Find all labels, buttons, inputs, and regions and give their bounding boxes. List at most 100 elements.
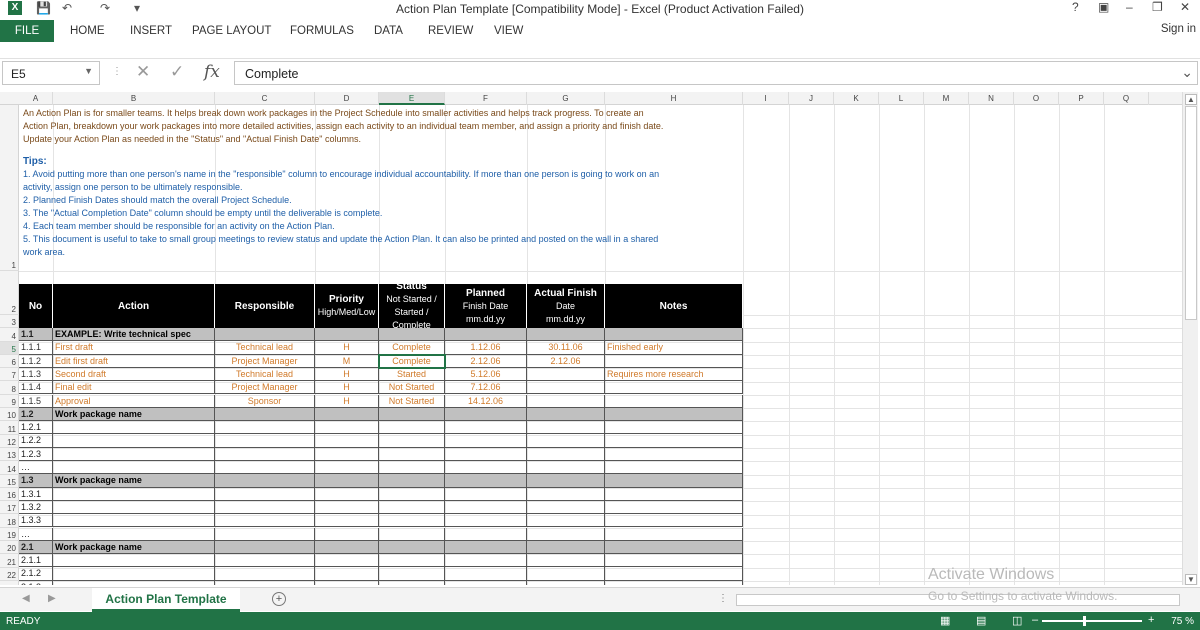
table-cell[interactable]	[379, 447, 445, 461]
table-cell[interactable]	[527, 421, 605, 435]
table-cell[interactable]	[379, 514, 445, 528]
sheet-tab-action-plan[interactable]: Action Plan Template	[92, 588, 240, 612]
table-cell[interactable]: Requires more research	[605, 367, 743, 382]
column-header-j[interactable]: J	[789, 92, 834, 105]
table-cell[interactable]	[379, 500, 445, 515]
table-cell[interactable]: 1.1.5	[19, 394, 53, 408]
table-cell[interactable]	[315, 421, 379, 435]
row-header-22[interactable]: 22	[0, 568, 19, 581]
table-cell[interactable]	[605, 421, 743, 435]
tab-view[interactable]: VIEW	[494, 25, 523, 37]
table-cell[interactable]	[527, 394, 605, 408]
enter-icon[interactable]: ✓	[170, 62, 184, 82]
table-cell[interactable]	[215, 567, 315, 581]
table-cell[interactable]	[379, 407, 445, 422]
table-cell[interactable]	[527, 447, 605, 461]
insert-function-icon[interactable]: fx	[204, 62, 220, 82]
table-cell[interactable]	[527, 580, 605, 585]
table-cell[interactable]	[379, 540, 445, 555]
table-cell[interactable]	[379, 434, 445, 448]
expand-formula-icon[interactable]: ⌄	[1181, 64, 1193, 81]
tab-formulas[interactable]: FORMULAS	[290, 25, 354, 37]
table-cell[interactable]	[215, 580, 315, 585]
table-cell[interactable]	[527, 514, 605, 528]
table-cell[interactable]: 2.1.3	[19, 580, 53, 585]
table-cell[interactable]: Edit first draft	[53, 354, 215, 368]
table-cell[interactable]	[379, 421, 445, 435]
table-cell[interactable]	[215, 328, 315, 342]
table-cell[interactable]: 1.1.4	[19, 381, 53, 395]
table-cell[interactable]	[445, 527, 527, 541]
table-cell[interactable]	[445, 407, 527, 422]
table-cell[interactable]	[605, 461, 743, 475]
table-cell[interactable]	[445, 434, 527, 448]
table-cell[interactable]	[215, 540, 315, 555]
table-cell[interactable]: Not Started	[379, 381, 445, 395]
row-header-20[interactable]: 20	[0, 541, 19, 555]
selected-cell-e5[interactable]	[378, 353, 446, 369]
table-cell[interactable]	[215, 461, 315, 475]
column-header-q[interactable]: Q	[1104, 92, 1149, 105]
table-cell[interactable]: Started	[379, 367, 445, 382]
row-header-1[interactable]: 1	[0, 105, 19, 271]
table-cell[interactable]	[445, 328, 527, 342]
table-cell[interactable]	[53, 554, 215, 568]
page-layout-view-icon[interactable]: ▤	[976, 614, 986, 627]
zoom-slider-knob[interactable]	[1083, 616, 1086, 626]
table-cell[interactable]	[445, 567, 527, 581]
table-cell[interactable]	[379, 527, 445, 541]
table-cell[interactable]	[605, 527, 743, 541]
table-cell[interactable]	[315, 447, 379, 461]
table-cell[interactable]: Technical lead	[215, 367, 315, 382]
table-cell[interactable]	[379, 487, 445, 501]
zoom-level[interactable]: 75 %	[1171, 616, 1194, 627]
table-cell[interactable]	[315, 514, 379, 528]
table-cell[interactable]: 2.12.06	[527, 354, 605, 368]
row-header-15[interactable]: 15	[0, 475, 19, 488]
table-cell[interactable]: Final edit	[53, 381, 215, 395]
table-cell[interactable]: Not Started	[379, 394, 445, 408]
column-header-f[interactable]: F	[445, 92, 527, 105]
table-cell[interactable]: Finished early	[605, 341, 743, 355]
table-cell[interactable]: H	[315, 394, 379, 408]
page-break-view-icon[interactable]: ◫	[1012, 614, 1022, 627]
table-cell[interactable]	[215, 514, 315, 528]
table-cell[interactable]	[527, 461, 605, 475]
table-cell[interactable]	[605, 500, 743, 515]
table-cell[interactable]: Work package name	[53, 540, 215, 555]
table-cell[interactable]	[315, 328, 379, 342]
row-header-12[interactable]: 12	[0, 435, 19, 448]
table-cell[interactable]	[53, 567, 215, 581]
table-cell[interactable]	[315, 567, 379, 581]
table-cell[interactable]: 1.3.3	[19, 514, 53, 528]
table-cell[interactable]: Work package name	[53, 474, 215, 488]
table-cell[interactable]	[53, 487, 215, 501]
table-cell[interactable]: 2.1	[19, 540, 53, 555]
table-cell[interactable]: 1.2	[19, 407, 53, 422]
table-cell[interactable]	[605, 328, 743, 342]
row-header-7[interactable]: 7	[0, 368, 19, 382]
table-cell[interactable]	[53, 434, 215, 448]
table-cell[interactable]	[53, 421, 215, 435]
table-cell[interactable]	[527, 554, 605, 568]
table-cell[interactable]: Project Manager	[215, 354, 315, 368]
close-button[interactable]: ✕	[1180, 0, 1190, 14]
table-cell[interactable]	[215, 487, 315, 501]
table-cell[interactable]: 30.11.06	[527, 341, 605, 355]
column-header-h[interactable]: H	[605, 92, 743, 105]
table-cell[interactable]	[605, 487, 743, 501]
table-cell[interactable]: 1.1.3	[19, 367, 53, 382]
row-header-17[interactable]: 17	[0, 501, 19, 515]
table-cell[interactable]: First draft	[53, 341, 215, 355]
add-sheet-button[interactable]: +	[272, 592, 286, 606]
table-cell[interactable]	[379, 328, 445, 342]
table-cell[interactable]	[379, 474, 445, 488]
row-header-11[interactable]: 11	[0, 421, 19, 435]
column-header-a[interactable]: A	[19, 92, 53, 105]
table-cell[interactable]: 7.12.06	[445, 381, 527, 395]
table-cell[interactable]	[605, 394, 743, 408]
table-cell[interactable]: 1.2.1	[19, 421, 53, 435]
table-cell[interactable]: 1.2.3	[19, 447, 53, 461]
table-cell[interactable]: Sponsor	[215, 394, 315, 408]
row-header-18[interactable]: 18	[0, 515, 19, 528]
